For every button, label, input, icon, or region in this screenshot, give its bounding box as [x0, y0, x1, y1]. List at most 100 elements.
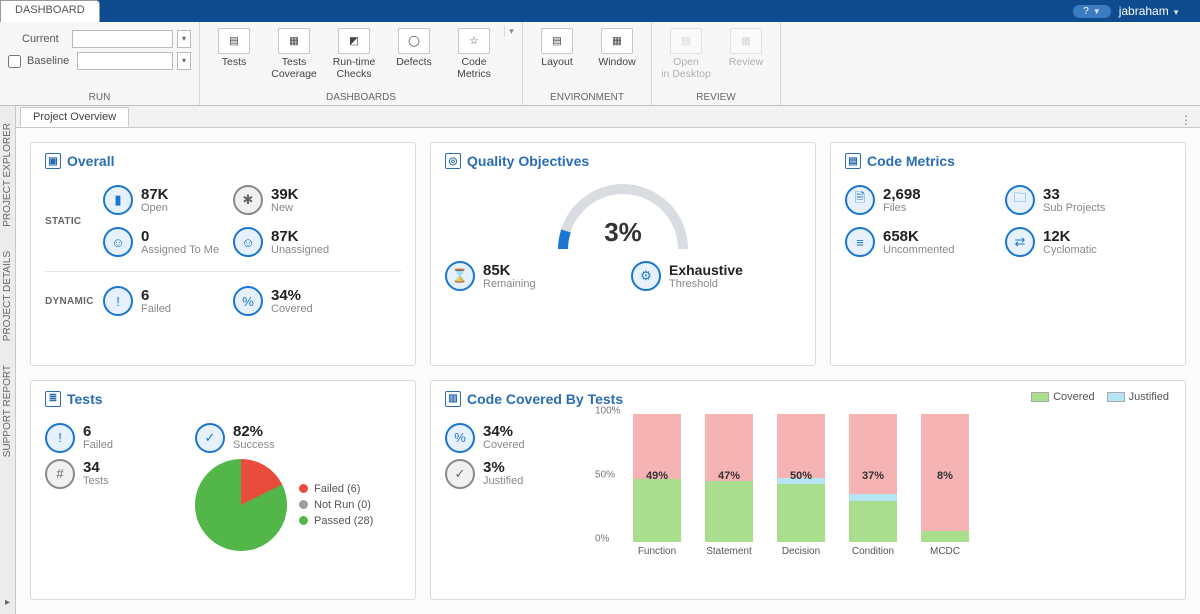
card-quality: ◎Quality Objectives 3% ⌛85KRemaining ⚙Ex… [430, 142, 816, 366]
help-button[interactable]: ? ▼ [1073, 5, 1110, 18]
stat-tests-total[interactable]: #34Tests [45, 459, 175, 489]
open-desktop-icon: ▤ [670, 28, 702, 54]
titlebar: DASHBOARD ? ▼ jabraham ▼ [0, 0, 1200, 22]
group-dashboards-footer: DASHBOARDS [204, 90, 518, 105]
bar-mcdc: 8%MCDC [917, 414, 973, 557]
alert-icon: ! [103, 286, 133, 316]
tab-dashboard[interactable]: DASHBOARD [0, 0, 100, 22]
open-icon: ▮ [103, 185, 133, 215]
tab-options-icon[interactable]: ⋮ [1172, 113, 1200, 127]
stat-cyclomatic[interactable]: ⇄12KCyclomatic [1005, 227, 1155, 257]
baseline-select-caret[interactable]: ▾ [177, 52, 191, 70]
stat-open[interactable]: ▮87KOpen [103, 185, 233, 215]
card-tests: ≣Tests !6Failed #34Tests ✓82%Success Fai… [30, 380, 416, 601]
chevron-down-icon: ▼ [1093, 7, 1101, 16]
tab-project-overview[interactable]: Project Overview [20, 107, 129, 127]
ribbon-review: ▦Review [716, 26, 776, 68]
share-icon: ⇄ [1005, 227, 1035, 257]
lines-icon: ≡ [845, 227, 875, 257]
ribbon-code-metrics[interactable]: ☆CodeMetrics [444, 26, 504, 80]
check-icon: ✓ [445, 459, 475, 489]
rail-project-explorer[interactable]: PROJECT EXPLORER [1, 112, 14, 238]
metrics-icon: ☆ [458, 28, 490, 54]
stat-assigned[interactable]: ☺0Assigned To Me [103, 227, 233, 257]
stat-tests-success[interactable]: ✓82%Success [195, 423, 401, 453]
group-environment: ▤Layout▦Window ENVIRONMENT [523, 22, 652, 105]
ribbon-defects[interactable]: ◯Defects [384, 26, 444, 68]
stat-subprojects[interactable]: 🗀33Sub Projects [1005, 185, 1155, 215]
runtime-icon: ◩ [338, 28, 370, 54]
bar-function: 49%Function [629, 414, 685, 557]
stat-cov-covered[interactable]: %34%Covered [445, 423, 575, 453]
user-outline-icon: ☺ [233, 227, 263, 257]
bar-decision: 50%Decision [773, 414, 829, 557]
stat-cov-justified[interactable]: ✓3%Justified [445, 459, 575, 489]
stat-covered[interactable]: %34%Covered [233, 286, 363, 316]
hash-icon: # [45, 459, 75, 489]
rail-expand-icon[interactable]: ▸ [5, 597, 10, 614]
gear-icon: ⚙ [631, 261, 661, 291]
group-run: Current ▾ Baseline ▾ RUN [0, 22, 200, 105]
stat-tests-failed[interactable]: !6Failed [45, 423, 175, 453]
defects-icon: ◯ [398, 28, 430, 54]
stat-uncommented[interactable]: ≡658KUncommented [845, 227, 1005, 257]
user-menu[interactable]: jabraham ▼ [1119, 4, 1200, 18]
bar-condition: 37%Condition [845, 414, 901, 557]
folder-icon: 🗀 [1005, 185, 1035, 215]
stat-failed[interactable]: !6Failed [103, 286, 233, 316]
overall-icon: ▣ [45, 153, 61, 169]
ribbon-tests-coverage[interactable]: ▦TestsCoverage [264, 26, 324, 80]
coverage-legend: Covered Justified [1031, 391, 1169, 403]
ribbon-open-in-desktop: ▤Openin Desktop [656, 26, 716, 80]
current-select-caret[interactable]: ▾ [177, 30, 191, 48]
baseline-checkbox[interactable] [8, 55, 21, 68]
check-icon: ✓ [195, 423, 225, 453]
target-icon: ◎ [445, 153, 461, 169]
coverage-icon: ▥ [445, 391, 461, 407]
coverage-bar-chart: 0% 50% 100% 49%Function47%Statement50%De… [595, 417, 973, 557]
card-coverage: ▥Code Covered By Tests Covered Justified… [430, 380, 1186, 601]
layout-icon: ▤ [541, 28, 573, 54]
card-metrics: ▤Code Metrics 🗎2,698Files 🗀33Sub Project… [830, 142, 1186, 366]
percent-icon: % [445, 423, 475, 453]
ribbon-run-time-checks[interactable]: ◩Run-timeChecks [324, 26, 384, 80]
stat-files[interactable]: 🗎2,698Files [845, 185, 1005, 215]
rail-support-report[interactable]: SUPPORT REPORT [1, 354, 14, 468]
stat-new[interactable]: ✱39KNew [233, 185, 363, 215]
coverage-icon: ▦ [278, 28, 310, 54]
group-environment-footer: ENVIRONMENT [527, 90, 647, 105]
user-icon: ☺ [103, 227, 133, 257]
quality-gauge: 3% [553, 179, 693, 249]
file-icon: 🗎 [845, 185, 875, 215]
hourglass-icon: ⌛ [445, 261, 475, 291]
workspace: Project Overview ⋮ ▣Overall STATIC ▮87KO… [16, 106, 1200, 614]
group-review: ▤Openin Desktop▦Review REVIEW [652, 22, 781, 105]
ribbon-tests[interactable]: ▤Tests [204, 26, 264, 68]
current-select[interactable] [72, 30, 173, 48]
rail-project-details[interactable]: PROJECT DETAILS [1, 240, 14, 352]
help-icon: ? [1083, 6, 1089, 17]
group-dashboards: ▤Tests▦TestsCoverage◩Run-timeChecks◯Defe… [200, 22, 523, 105]
ribbon: Current ▾ Baseline ▾ RUN ▤Tests▦TestsCov… [0, 22, 1200, 106]
tests-icon: ▤ [218, 28, 250, 54]
tests-pie-chart [195, 459, 287, 551]
stat-remaining[interactable]: ⌛85KRemaining [445, 261, 595, 291]
ribbon-layout[interactable]: ▤Layout [527, 26, 587, 68]
metrics-icon: ▤ [845, 153, 861, 169]
percent-icon: % [233, 286, 263, 316]
baseline-select[interactable] [77, 52, 173, 70]
stat-threshold[interactable]: ⚙ExhaustiveThreshold [631, 261, 801, 291]
dynamic-label: DYNAMIC [45, 296, 103, 307]
alert-icon: ! [45, 423, 75, 453]
stat-unassigned[interactable]: ☺87KUnassigned [233, 227, 363, 257]
dashboards-more[interactable]: ▾ [504, 26, 518, 37]
review-icon: ▦ [730, 28, 762, 54]
current-label: Current [22, 33, 68, 45]
window-icon: ▦ [601, 28, 633, 54]
static-label: STATIC [45, 216, 103, 227]
tests-legend: Failed (6) Not Run (0) Passed (28) [299, 479, 373, 531]
quality-percent: 3% [553, 217, 693, 248]
ribbon-window[interactable]: ▦Window [587, 26, 647, 68]
group-run-footer: RUN [8, 90, 191, 105]
chevron-down-icon: ▼ [1172, 8, 1180, 17]
